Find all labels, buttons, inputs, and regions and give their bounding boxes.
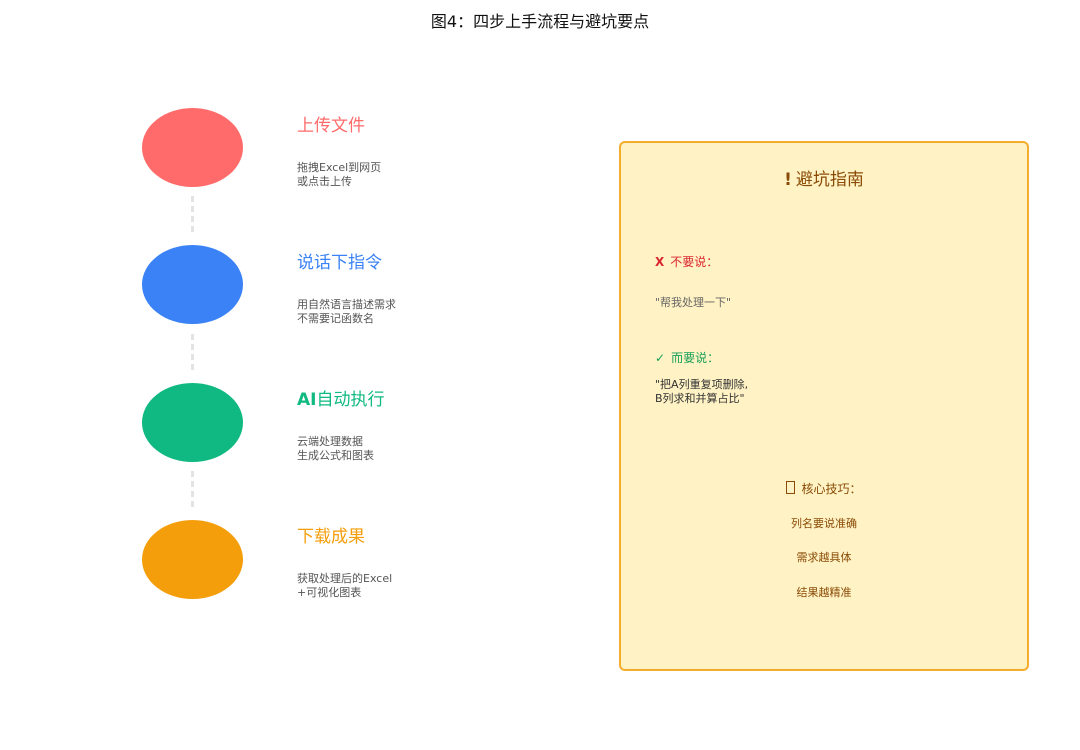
- step-1-desc-line1: 拖拽Excel到网页: [297, 161, 382, 174]
- step-1-circle: [142, 108, 243, 187]
- tips-label: 核心技巧：: [621, 480, 1027, 497]
- step-4-title: 下载成果: [297, 527, 365, 547]
- step-4-circle: [142, 520, 243, 599]
- dont-example: "帮我处理一下": [655, 296, 732, 309]
- step-2-desc: 用自然语言描述需求 不需要记函数名: [297, 298, 396, 326]
- step-2-desc-line1: 用自然语言描述需求: [297, 298, 396, 311]
- guide-title: ! 避坑指南: [621, 165, 1027, 190]
- check-icon: ✓: [655, 351, 666, 365]
- step-3-desc: 云端处理数据 生成公式和图表: [297, 435, 374, 463]
- dont-label-text: 不要说：: [670, 255, 719, 269]
- step-1-title: 上传文件: [297, 116, 365, 136]
- step-1-desc: 拖拽Excel到网页 或点击上传: [297, 161, 381, 189]
- step-4-desc-line1: 获取处理后的Excel: [297, 572, 393, 585]
- do-example-line2: B列求和并算占比": [655, 392, 745, 405]
- cross-icon: X: [655, 255, 665, 269]
- step-3-title: AI自动执行: [297, 385, 384, 410]
- step-3-desc-line1: 云端处理数据: [297, 435, 363, 448]
- warning-icon: !: [784, 170, 792, 190]
- step-3-title-text: 自动执行: [316, 390, 385, 410]
- tips-label-text: 核心技巧：: [801, 482, 862, 496]
- do-label: ✓ 而要说：: [655, 349, 719, 366]
- step-4-desc-line2: +可视化图表: [297, 586, 362, 599]
- connector-2-3: [191, 334, 194, 370]
- tip-item-1: 列名要说准确: [791, 517, 857, 530]
- figure-title: 图4：四步上手流程与避坑要点: [430, 12, 650, 31]
- connector-3-4: [191, 471, 194, 507]
- pitfall-guide-panel: ! 避坑指南 X 不要说： "帮我处理一下" ✓ 而要说： "把A列重复项删除, B列…: [619, 141, 1029, 671]
- do-example-line1: "把A列重复项删除,: [655, 378, 749, 391]
- tip-item-2: 需求越具体: [796, 551, 852, 564]
- step-3-desc-line2: 生成公式和图表: [297, 449, 374, 462]
- step-2-circle: [142, 245, 243, 324]
- do-label-text: 而要说：: [671, 351, 720, 365]
- step-3-title-prefix: AI: [297, 390, 317, 410]
- step-2-title: 说话下指令: [297, 253, 382, 273]
- guide-title-text: 避坑指南: [795, 170, 864, 190]
- step-3-circle: [142, 383, 243, 462]
- step-2-desc-line2: 不需要记函数名: [297, 312, 374, 325]
- dont-label: X 不要说：: [655, 253, 718, 270]
- step-1-desc-line2: 或点击上传: [297, 175, 352, 188]
- tip-item-3: 结果越精准: [796, 586, 852, 599]
- connector-1-2: [191, 196, 194, 232]
- flow-diagram: 图4：四步上手流程与避坑要点 上传文件 拖拽Excel到网页 或点击上传 说话下…: [0, 0, 1080, 750]
- do-example: "把A列重复项删除, B列求和并算占比": [655, 378, 748, 406]
- tip-box-icon: [786, 481, 796, 494]
- step-4-desc: 获取处理后的Excel +可视化图表: [297, 572, 392, 600]
